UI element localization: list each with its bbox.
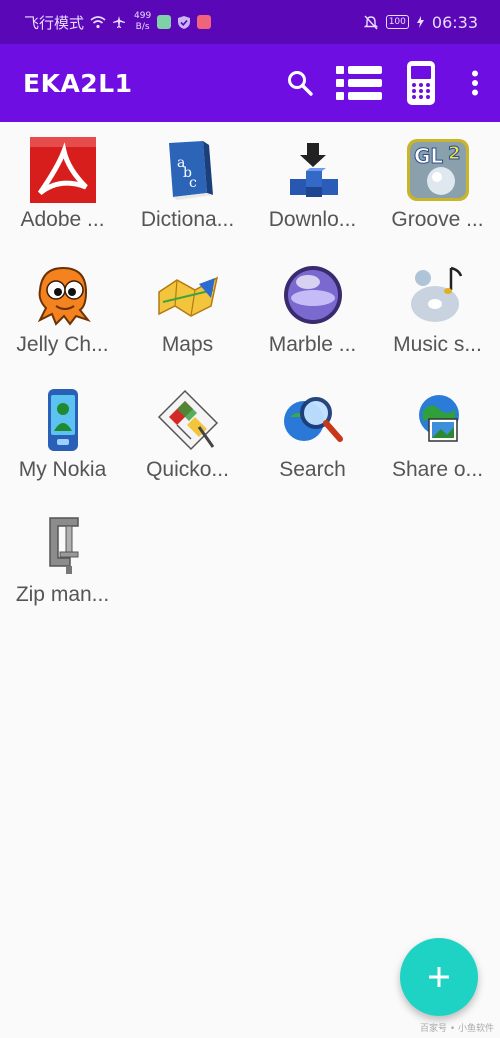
- adobe-reader-icon: [29, 137, 96, 203]
- app-label: Music s...: [393, 333, 482, 356]
- download-icon: [280, 137, 346, 203]
- speed-value: 499: [134, 11, 152, 21]
- app-tile-music[interactable]: Music s...: [375, 247, 500, 372]
- more-vert-icon: [472, 70, 478, 96]
- app-label: Downlo...: [268, 208, 357, 231]
- search-icon: [288, 71, 313, 96]
- app-tile-groove[interactable]: GL 2 Groove ...: [375, 122, 500, 247]
- speed-unit: B/s: [135, 22, 150, 32]
- app-bar: EKA2L1: [0, 44, 500, 122]
- notifications-off-icon: [363, 15, 378, 29]
- marble-icon: [280, 262, 346, 328]
- airplane-icon: [113, 16, 126, 28]
- app-tile-search[interactable]: Search: [250, 372, 375, 497]
- app-tile-marble[interactable]: Marble ...: [250, 247, 375, 372]
- search-button[interactable]: [274, 44, 326, 122]
- shield-icon: [178, 15, 191, 29]
- app-label: Adobe ...: [20, 208, 105, 231]
- app-label: Groove ...: [391, 208, 484, 231]
- notification-app-icon-2: [197, 15, 212, 29]
- zip-manager-icon: [30, 512, 96, 578]
- device-button[interactable]: [392, 44, 450, 122]
- svg-text:c: c: [189, 175, 197, 191]
- airplane-mode-text: 飞行模式: [24, 13, 85, 32]
- app-tile-dictionary[interactable]: a b c Dictiona...: [125, 122, 250, 247]
- app-tile-zip-manager[interactable]: Zip man...: [0, 497, 125, 622]
- dictionary-icon: a b c: [155, 137, 221, 203]
- app-label: My Nokia: [18, 458, 107, 481]
- battery-indicator: 100: [385, 15, 409, 29]
- maps-icon: [155, 262, 221, 328]
- app-title: EKA2L1: [23, 68, 133, 98]
- phone-icon: [407, 61, 435, 105]
- list-icon: [336, 66, 382, 100]
- app-tile-download[interactable]: Downlo...: [250, 122, 375, 247]
- battery-level: 100: [388, 17, 406, 27]
- watermark: 百家号 • 小鱼软件: [419, 1024, 494, 1034]
- app-tile-maps[interactable]: Maps: [125, 247, 250, 372]
- clock: 06:33: [431, 12, 478, 32]
- app-grid: Adobe ... a b c Dictiona... Downlo... GL…: [0, 122, 500, 622]
- groove-gl2-icon: GL 2: [405, 137, 471, 203]
- share-online-icon: [405, 387, 471, 453]
- jelly-character-icon: [30, 262, 96, 328]
- status-bar: 飞行模式 499 B/s 100 06:33: [0, 0, 500, 44]
- my-nokia-icon: [30, 387, 96, 453]
- app-label: Search: [279, 458, 346, 481]
- svg-text:GL: GL: [414, 144, 443, 168]
- app-label: Share o...: [391, 458, 484, 481]
- overflow-menu-button[interactable]: [450, 44, 500, 122]
- svg-text:2: 2: [448, 143, 461, 164]
- app-tile-share-online[interactable]: Share o...: [375, 372, 500, 497]
- app-label: Dictiona...: [140, 208, 235, 231]
- app-tile-my-nokia[interactable]: My Nokia: [0, 372, 125, 497]
- search-globe-icon: [280, 387, 346, 453]
- list-view-button[interactable]: [326, 44, 392, 122]
- notification-app-icon: [157, 15, 172, 29]
- app-label: Maps: [161, 333, 214, 356]
- music-icon: [405, 262, 471, 328]
- app-tile-adobe[interactable]: Adobe ...: [0, 122, 125, 247]
- app-tile-jelly[interactable]: Jelly Ch...: [0, 247, 125, 372]
- add-button[interactable]: [400, 938, 478, 1016]
- app-label: Zip man...: [15, 583, 110, 606]
- add-icon: [429, 967, 449, 987]
- app-label: Quicko...: [146, 458, 229, 481]
- quickoffice-icon: [155, 387, 221, 453]
- app-label: Marble ...: [268, 333, 357, 356]
- charging-icon: [416, 16, 424, 28]
- app-label: Jelly Ch...: [16, 333, 109, 356]
- wifi-icon: [90, 16, 106, 29]
- app-tile-quickoffice[interactable]: Quicko...: [125, 372, 250, 497]
- network-speed: 499 B/s: [134, 11, 151, 33]
